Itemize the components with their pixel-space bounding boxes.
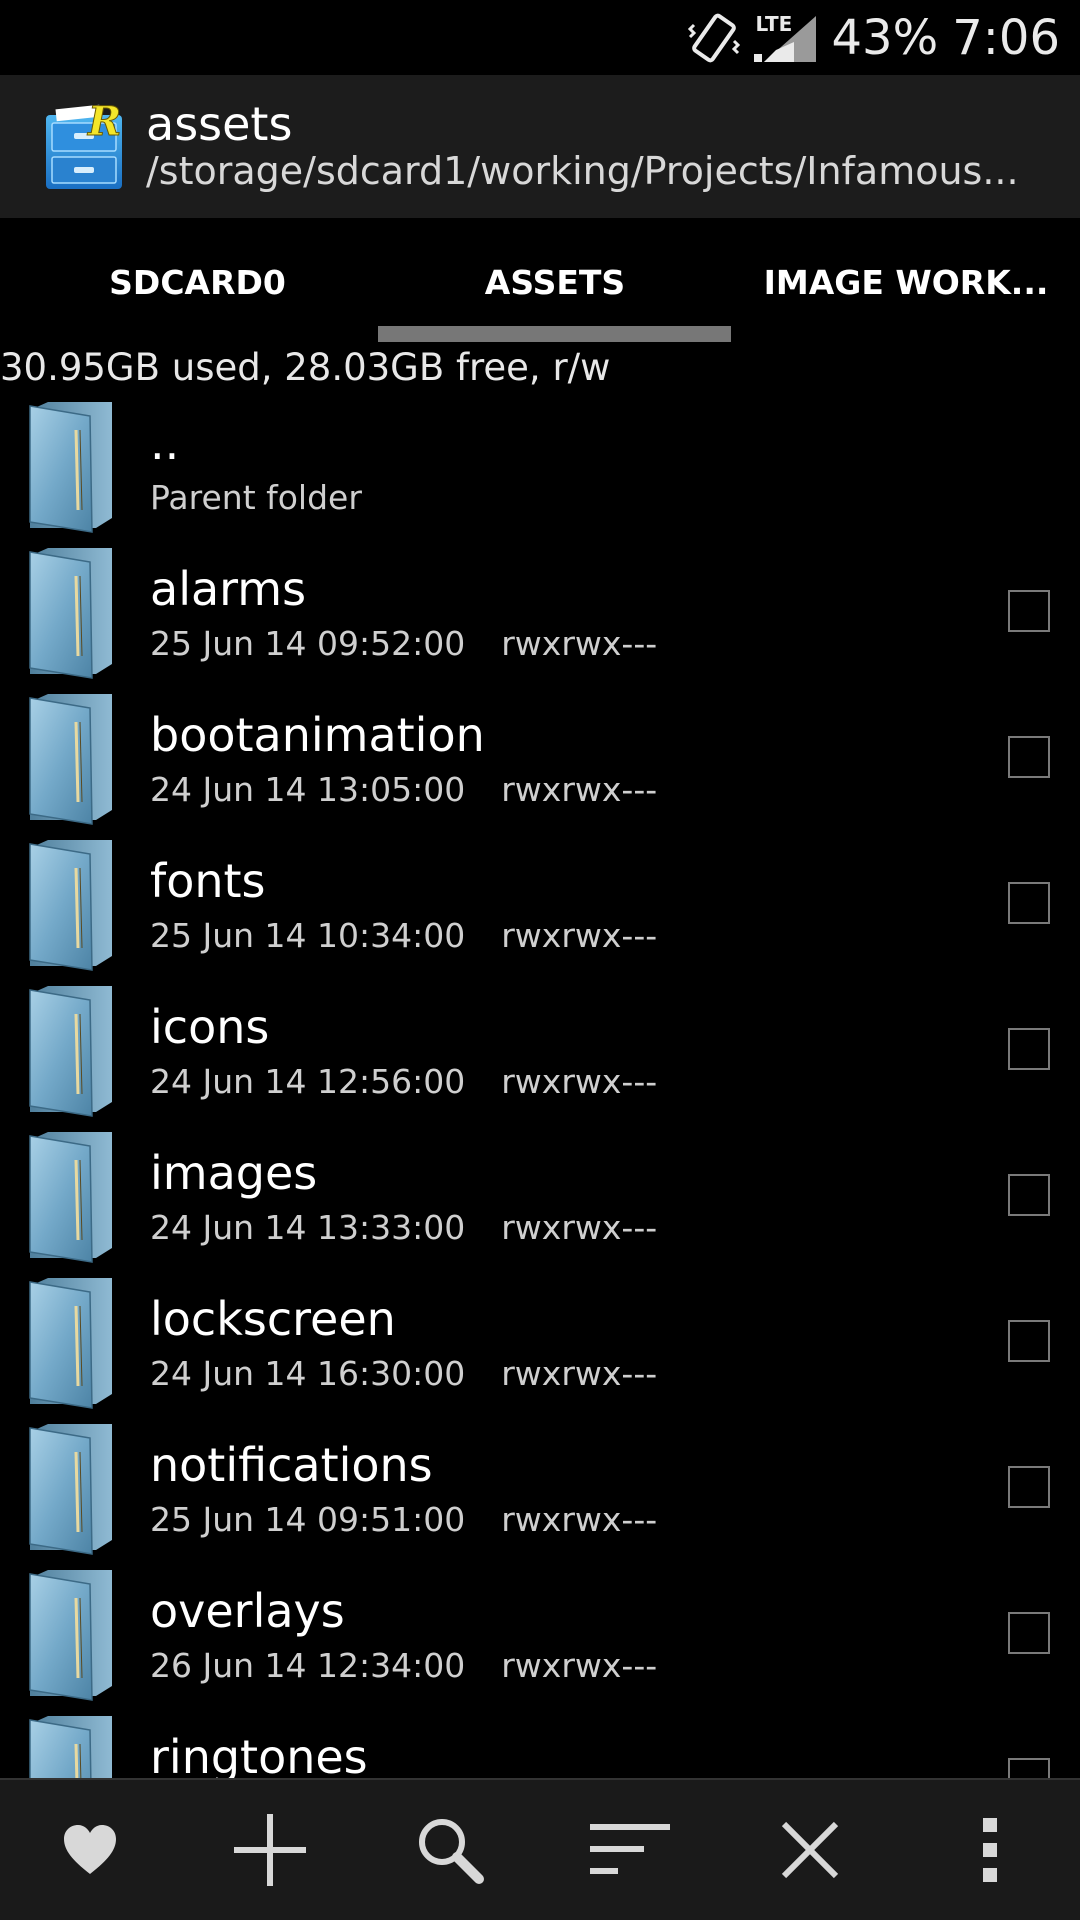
parent-folder-row[interactable]: .. Parent folder — [0, 394, 1080, 540]
item-meta: 25 Jun 14 09:52:00 rwxrwx--- — [150, 624, 657, 663]
item-name: .. — [150, 416, 180, 470]
item-checkbox[interactable] — [1008, 1028, 1050, 1070]
folder-icon — [26, 1422, 114, 1556]
list-item[interactable]: notifications 25 Jun 14 09:51:00 rwxrwx--… — [0, 1416, 1080, 1562]
item-meta: 24 Jun 14 12:56:00 rwxrwx--- — [150, 1062, 657, 1101]
sort-button[interactable] — [540, 1780, 720, 1920]
status-bar: LTE 43% 7:06 — [0, 0, 1080, 75]
item-name: images — [150, 1146, 318, 1200]
list-item[interactable]: fonts 25 Jun 14 10:34:00 rwxrwx--- — [0, 832, 1080, 978]
folder-path: /storage/sdcard1/working/Projects/Infamo… — [146, 149, 1019, 193]
folder-icon — [26, 1130, 114, 1264]
lte-signal-icon: LTE — [753, 12, 818, 64]
overflow-menu-button[interactable] — [900, 1780, 1080, 1920]
clock: 7:06 — [952, 9, 1060, 66]
list-item[interactable]: alarms 25 Jun 14 09:52:00 rwxrwx--- — [0, 540, 1080, 686]
search-icon — [415, 1815, 485, 1885]
item-checkbox[interactable] — [1008, 1758, 1050, 1778]
folder-icon — [26, 1568, 114, 1702]
overflow-menu-icon — [981, 1818, 999, 1882]
tab-sdcard0[interactable]: SDCARD0 — [0, 218, 395, 346]
favorites-button[interactable] — [0, 1780, 180, 1920]
item-checkbox[interactable] — [1008, 1174, 1050, 1216]
favorites-icon — [62, 1824, 118, 1876]
item-permissions: rwxrwx--- — [501, 1208, 658, 1247]
item-name: bootanimation — [150, 708, 485, 762]
sort-icon — [590, 1824, 670, 1876]
list-item[interactable]: overlays 26 Jun 14 12:34:00 rwxrwx--- — [0, 1562, 1080, 1708]
folder-icon — [26, 984, 114, 1118]
battery-level: 43% — [831, 9, 939, 66]
item-name: fonts — [150, 854, 266, 908]
bottom-toolbar — [0, 1778, 1080, 1920]
file-list: .. Parent folder alarms 25 Jun 14 09:52:… — [0, 394, 1080, 1778]
item-permissions: rwxrwx--- — [501, 770, 658, 809]
item-checkbox[interactable] — [1008, 1320, 1050, 1362]
close-button[interactable] — [720, 1780, 900, 1920]
close-icon — [781, 1821, 839, 1879]
list-item[interactable]: bootanimation 24 Jun 14 13:05:00 rwxrwx--… — [0, 686, 1080, 832]
folder-icon — [26, 400, 114, 534]
item-checkbox[interactable] — [1008, 1612, 1050, 1654]
item-name: icons — [150, 1000, 270, 1054]
item-date: 26 Jun 14 12:34:00 — [150, 1646, 466, 1685]
item-checkbox[interactable] — [1008, 1466, 1050, 1508]
tab-image-work[interactable]: IMAGE WORK... — [732, 218, 1080, 346]
item-meta: 24 Jun 14 13:05:00 rwxrwx--- — [150, 770, 657, 809]
app-logo-icon[interactable]: R — [44, 98, 124, 191]
item-date: 25 Jun 14 09:52:00 — [150, 624, 466, 663]
item-meta: Parent folder — [150, 478, 362, 517]
action-bar: R assets /storage/sdcard1/working/Projec… — [0, 75, 1080, 218]
list-item[interactable]: lockscreen 24 Jun 14 16:30:00 rwxrwx--- — [0, 1270, 1080, 1416]
item-meta: 25 Jun 14 09:51:00 rwxrwx--- — [150, 1500, 657, 1539]
item-date: 24 Jun 14 13:33:00 — [150, 1208, 466, 1247]
item-date: 24 Jun 14 16:30:00 — [150, 1354, 466, 1393]
folder-icon — [26, 546, 114, 680]
svg-text:R: R — [87, 101, 121, 145]
search-button[interactable] — [360, 1780, 540, 1920]
item-meta: 24 Jun 14 16:30:00 rwxrwx--- — [150, 1354, 657, 1393]
item-meta: 25 Jun 14 10:34:00 rwxrwx--- — [150, 916, 657, 955]
add-icon — [234, 1814, 306, 1886]
item-date: 25 Jun 14 10:34:00 — [150, 916, 466, 955]
item-name: lockscreen — [150, 1292, 396, 1346]
item-date: 24 Jun 14 13:05:00 — [150, 770, 466, 809]
status-icons: LTE 43% 7:06 — [687, 0, 1060, 75]
list-item[interactable]: icons 24 Jun 14 12:56:00 rwxrwx--- — [0, 978, 1080, 1124]
item-meta: 26 Jun 14 12:34:00 rwxrwx--- — [150, 1646, 657, 1685]
item-permissions: rwxrwx--- — [501, 624, 658, 663]
item-permissions: rwxrwx--- — [501, 1062, 658, 1101]
list-item[interactable]: images 24 Jun 14 13:33:00 rwxrwx--- — [0, 1124, 1080, 1270]
item-name: overlays — [150, 1584, 345, 1638]
item-permissions: rwxrwx--- — [501, 1500, 658, 1539]
active-tab-indicator — [378, 326, 731, 342]
item-name: ringtones — [150, 1730, 368, 1778]
item-checkbox[interactable] — [1008, 590, 1050, 632]
folder-icon — [26, 1276, 114, 1410]
item-name: alarms — [150, 562, 307, 616]
item-checkbox[interactable] — [1008, 882, 1050, 924]
item-checkbox[interactable] — [1008, 736, 1050, 778]
folder-icon — [26, 838, 114, 972]
add-button[interactable] — [180, 1780, 360, 1920]
folder-icon — [26, 1714, 114, 1778]
location-tabs: SDCARD0 ASSETS IMAGE WORK... — [0, 218, 1080, 346]
item-permissions: rwxrwx--- — [501, 916, 658, 955]
vibrate-icon — [687, 11, 740, 65]
folder-icon — [26, 692, 114, 826]
item-permissions: rwxrwx--- — [501, 1354, 658, 1393]
list-item[interactable]: ringtones — [0, 1708, 1080, 1778]
item-date: 25 Jun 14 09:51:00 — [150, 1500, 466, 1539]
item-permissions: rwxrwx--- — [501, 1646, 658, 1685]
parent-folder-label: Parent folder — [150, 478, 362, 517]
file-manager-screen: LTE 43% 7:06 R assets /storage/sdcard1/w… — [0, 0, 1080, 1920]
storage-info: 30.95GB used, 28.03GB free, r/w — [0, 346, 611, 389]
item-meta: 24 Jun 14 13:33:00 rwxrwx--- — [150, 1208, 657, 1247]
item-name: notifications — [150, 1438, 433, 1492]
folder-title: assets — [146, 97, 293, 151]
item-date: 24 Jun 14 12:56:00 — [150, 1062, 466, 1101]
